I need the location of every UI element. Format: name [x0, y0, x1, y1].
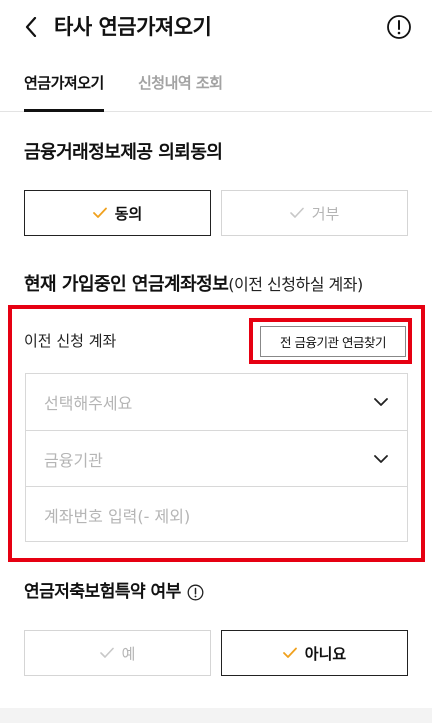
annuity-yes-button[interactable]: 예: [24, 630, 211, 676]
account-info-subtitle: (이전 신청하실 계좌): [228, 275, 363, 294]
check-icon: [282, 647, 297, 659]
app-header: 타사 연금가져오기: [0, 0, 432, 56]
tab-pension-transfer[interactable]: 연금가져오기: [24, 72, 104, 112]
annuity-section-title: 연금저축보험특약 여부: [24, 580, 204, 604]
chevron-left-icon: [25, 17, 37, 37]
account-select[interactable]: 선택해주세요: [26, 374, 407, 430]
page-title: 타사 연금가져오기: [54, 15, 212, 39]
account-number-placeholder: 계좌번호 입력(- 제외): [44, 506, 191, 526]
decline-button[interactable]: 거부: [221, 190, 408, 236]
annuity-no-button[interactable]: 아니요: [221, 630, 408, 676]
exclamation-circle-icon: [387, 15, 411, 39]
agree-button[interactable]: 동의: [24, 190, 211, 236]
info-circle-icon[interactable]: [187, 584, 204, 601]
institution-select[interactable]: 금융기관: [26, 430, 407, 486]
chevron-down-icon: [374, 398, 388, 406]
consent-section-title: 금융거래정보제공 의뢰동의: [24, 142, 223, 163]
account-info-title-text: 현재 가입중인 연금계좌정보: [24, 274, 229, 295]
check-icon: [289, 207, 304, 219]
agree-label: 동의: [114, 204, 143, 223]
back-button[interactable]: [20, 14, 42, 40]
find-all-pensions-button[interactable]: 전 금융기관 연금찾기: [260, 326, 406, 357]
info-button[interactable]: [386, 14, 412, 40]
tab-bar: 연금가져오기 신청내역 조회: [0, 64, 432, 112]
account-select-placeholder: 선택해주세요: [44, 394, 133, 413]
chevron-down-icon: [374, 455, 388, 463]
check-icon: [92, 207, 107, 219]
annuity-yes-label: 예: [121, 644, 136, 663]
check-icon: [99, 647, 114, 659]
bottom-divider: [0, 708, 432, 723]
annuity-no-label: 아니요: [304, 644, 347, 663]
tab-application-history[interactable]: 신청내역 조회: [138, 72, 223, 94]
institution-select-placeholder: 금융기관: [44, 450, 103, 470]
account-number-input[interactable]: 계좌번호 입력(- 제외): [26, 486, 407, 542]
decline-label: 거부: [311, 204, 340, 223]
account-form: 선택해주세요 금융기관 계좌번호 입력(- 제외): [25, 373, 408, 542]
prev-account-label: 이전 신청 계좌: [24, 332, 117, 350]
annuity-title-text: 연금저축보험특약 여부: [24, 582, 181, 602]
account-info-title: 현재 가입중인 연금계좌정보(이전 신청하실 계좌): [24, 272, 363, 298]
